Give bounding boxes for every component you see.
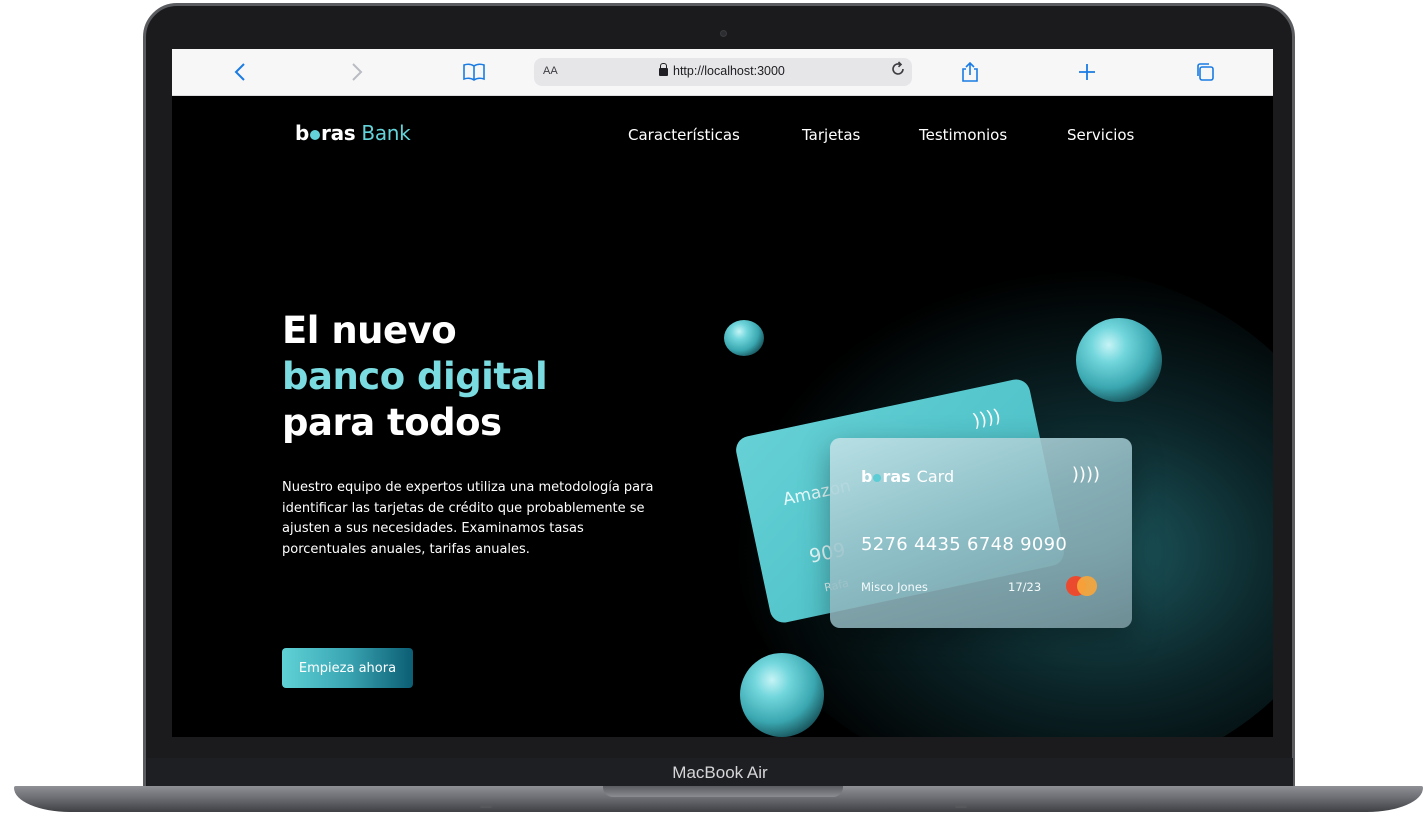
nav-link-caracteristicas[interactable]: Características — [628, 126, 740, 144]
laptop-foot — [955, 805, 967, 808]
logo-text-ras: ras — [321, 121, 356, 145]
laptop-notch — [603, 786, 843, 797]
web-page: b ras Bank Características Tarjetas Test… — [172, 96, 1273, 737]
card-logo-ras: ras — [882, 467, 911, 486]
nav-link-servicios[interactable]: Servicios — [1067, 126, 1134, 144]
hero-line-3: para todos — [282, 401, 502, 444]
start-now-button[interactable]: Empieza ahora — [282, 648, 413, 688]
lock-icon — [659, 62, 668, 76]
sphere-small — [724, 320, 764, 356]
nav-link-tarjetas[interactable]: Tarjetas — [802, 126, 860, 144]
hero-description: Nuestro equipo de expertos utiliza una m… — [282, 480, 654, 557]
logo-dot-icon — [310, 130, 321, 140]
card-number: 5276 4435 6748 9090 — [861, 534, 1068, 555]
camera-icon — [720, 30, 727, 37]
site-logo[interactable]: b ras Bank — [295, 121, 411, 145]
bookmarks-icon[interactable] — [460, 59, 488, 85]
tabs-icon[interactable] — [1191, 59, 1219, 85]
hero-line-2: banco digital — [282, 355, 548, 398]
hero-line-1: El nuevo — [282, 309, 457, 352]
hero-headline: El nuevo banco digital para todos — [282, 308, 548, 446]
url-display[interactable]: http://localhost:3000 — [659, 62, 785, 78]
address-bar[interactable]: AA http://localhost:3000 — [534, 58, 912, 86]
reload-icon[interactable] — [890, 61, 906, 81]
card-logo-suffix: Card — [916, 467, 955, 486]
logo-text-bank: Bank — [361, 121, 411, 145]
back-icon[interactable] — [226, 59, 254, 85]
share-icon[interactable] — [956, 59, 984, 85]
url-text: http://localhost:3000 — [673, 64, 785, 78]
mastercard-icon — [1066, 576, 1100, 598]
nav-link-testimonios[interactable]: Testimonios — [919, 126, 1007, 144]
new-tab-icon[interactable] — [1073, 59, 1101, 85]
logo-text-b: b — [295, 121, 310, 145]
contactless-icon: )))) — [970, 405, 1003, 432]
model-label: MacBook Air — [672, 763, 768, 782]
contactless-icon: )))) — [1071, 464, 1100, 485]
forward-icon[interactable] — [343, 59, 371, 85]
sphere-bottom — [740, 653, 824, 737]
text-size-button[interactable]: AA — [543, 65, 558, 77]
card-logo-dot-icon — [873, 474, 882, 482]
laptop-chin: MacBook Air — [147, 758, 1293, 788]
card-expiry: 17/23 — [1008, 580, 1042, 594]
screen: AA http://localhost:3000 b ras Bank Cara… — [172, 49, 1273, 737]
card-logo-b: b — [861, 467, 873, 486]
card-boras-logo: b ras Card — [861, 467, 954, 486]
browser-toolbar: AA http://localhost:3000 — [172, 49, 1273, 96]
card-holder-name: Misco Jones — [861, 580, 928, 594]
sphere-top-right — [1076, 318, 1162, 402]
card-boras: b ras Card )))) 5276 4435 6748 9090 Misc… — [830, 438, 1132, 628]
laptop-foot — [480, 805, 492, 808]
